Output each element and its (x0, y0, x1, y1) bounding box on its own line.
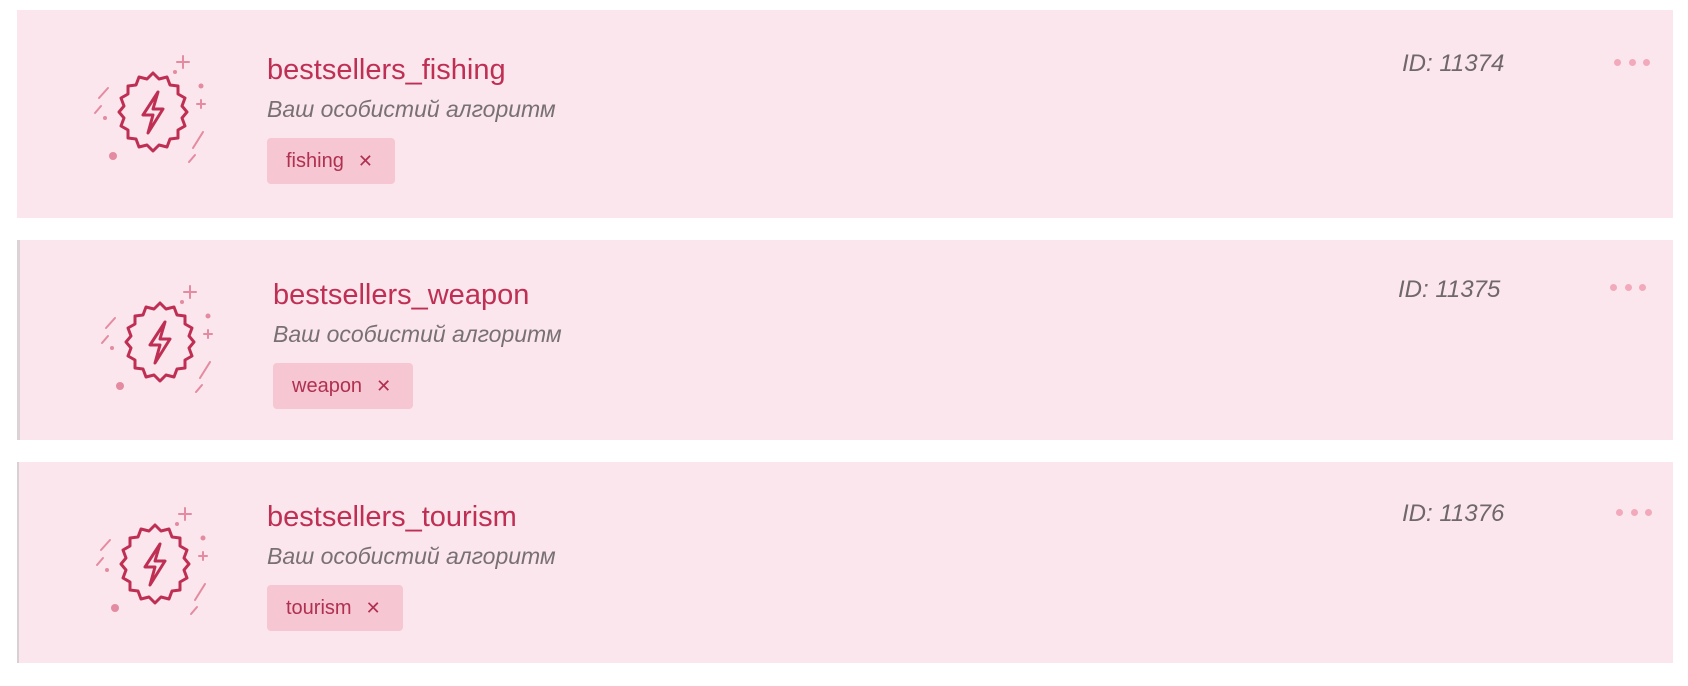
more-dots-icon[interactable] (1616, 502, 1652, 522)
more-dots-icon[interactable] (1610, 277, 1646, 297)
algorithm-title[interactable]: bestsellers_weapon (273, 275, 562, 315)
algorithm-card[interactable]: bestsellers_weapon Ваш особистий алгорит… (17, 240, 1673, 440)
lightning-badge-icon (82, 280, 232, 410)
lightning-badge-icon (75, 50, 225, 180)
algorithm-subtitle: Ваш особистий алгоритм (273, 321, 562, 347)
close-icon[interactable]: ✕ (358, 151, 373, 172)
tag-label: fishing (286, 150, 344, 172)
algorithm-id: ID: 11376 (1402, 500, 1505, 527)
algorithm-id: ID: 11374 (1402, 50, 1505, 77)
algorithm-id: ID: 11375 (1398, 276, 1501, 303)
algorithm-card[interactable]: bestsellers_fishing Ваш особистий алгори… (17, 10, 1673, 218)
close-icon[interactable]: ✕ (366, 598, 381, 619)
tag-chip: tourism ✕ (267, 585, 403, 631)
close-icon[interactable]: ✕ (376, 376, 391, 397)
tag-chip: fishing ✕ (267, 138, 395, 184)
algorithm-subtitle: Ваш особистий алгоритм (267, 543, 556, 569)
lightning-badge-icon (77, 502, 227, 632)
tag-label: tourism (286, 597, 352, 619)
tag-label: weapon (292, 375, 363, 397)
algorithm-card[interactable]: bestsellers_tourism Ваш особистий алгори… (17, 462, 1673, 663)
tag-chip: weapon ✕ (273, 363, 414, 409)
algorithm-subtitle: Ваш особистий алгоритм (267, 96, 556, 122)
algorithm-title[interactable]: bestsellers_tourism (267, 497, 556, 537)
algorithm-title[interactable]: bestsellers_fishing (267, 50, 556, 90)
more-dots-icon[interactable] (1614, 52, 1650, 72)
